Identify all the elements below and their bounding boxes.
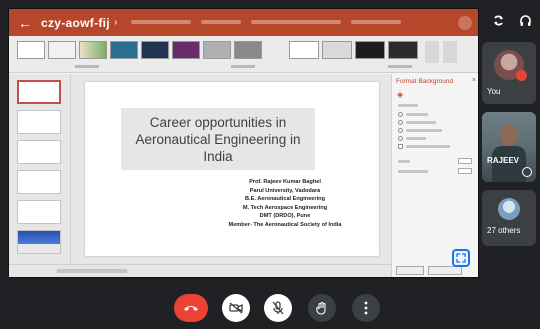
slide-title: Career opportunities in Aeronautical Eng… — [135, 114, 301, 164]
credit-line: Parul University, Vadodara — [249, 187, 321, 194]
raise-hand-button[interactable] — [308, 294, 336, 322]
credit-line: M. Tech Aerospace Engineering — [242, 204, 328, 211]
option-label — [406, 137, 426, 140]
participant-face — [500, 124, 518, 146]
headphones-icon[interactable] — [519, 14, 532, 30]
chevron-right-icon[interactable]: › — [114, 17, 117, 28]
call-controls — [0, 286, 540, 329]
meeting-code: czy-aowf-fij — [41, 15, 110, 30]
hide-graphics-checkbox[interactable] — [398, 144, 403, 149]
variant-gallery[interactable] — [289, 41, 418, 59]
participant-tile-others[interactable]: 27 others — [482, 190, 536, 246]
slide-thumb[interactable] — [17, 110, 61, 134]
theme-thumb[interactable] — [110, 41, 138, 59]
transparency-label — [398, 170, 428, 173]
theme-thumb[interactable] — [17, 41, 45, 59]
rotate-icon[interactable] — [492, 14, 505, 30]
mic-off-button[interactable] — [264, 294, 292, 322]
current-slide[interactable]: Career opportunities in Aeronautical Eng… — [85, 82, 379, 256]
tile-label-rajeev: RAJEEV — [487, 156, 520, 165]
ribbon-group-labels — [9, 63, 478, 71]
theme-gallery[interactable] — [17, 41, 262, 59]
mic-off-badge — [522, 167, 532, 177]
picture-fill-radio[interactable] — [398, 128, 403, 133]
fill-heading — [398, 104, 418, 107]
credit-line: DMT (DRDO), Pune — [259, 213, 311, 220]
camera-off-button[interactable] — [222, 294, 250, 322]
avatar — [498, 198, 520, 220]
slide-size-button[interactable] — [425, 41, 439, 63]
format-background-pane: Format Background × ◈ — [391, 74, 478, 277]
tile-label-others: 27 others — [487, 226, 521, 235]
presentation-view[interactable]: ← czy-aowf-fij › Career opportunities in… — [8, 8, 479, 278]
end-call-button[interactable] — [174, 294, 208, 322]
theme-thumb[interactable] — [172, 41, 200, 59]
mic-off-badge — [516, 70, 527, 81]
ribbon — [9, 36, 478, 73]
account-icon[interactable] — [458, 15, 472, 30]
paint-bucket-icon[interactable]: ◈ — [397, 90, 403, 99]
solid-fill-radio[interactable] — [398, 112, 403, 117]
variant-thumb[interactable] — [355, 41, 385, 59]
slide-thumb[interactable] — [17, 140, 61, 164]
apply-to-all-button[interactable] — [396, 266, 424, 275]
fit-screen-icon[interactable] — [452, 249, 470, 267]
tile-label-you: You — [487, 87, 501, 96]
titlebar-filler — [131, 19, 444, 26]
arrow-left-icon[interactable]: ← — [15, 15, 35, 31]
slide-thumbnail-panel[interactable] — [9, 74, 71, 264]
participant-tile-you[interactable]: You — [482, 42, 536, 104]
format-pane-title: Format Background — [396, 78, 454, 85]
option-label — [406, 121, 436, 124]
variant-thumb[interactable] — [388, 41, 418, 59]
transparency-field[interactable] — [458, 168, 472, 174]
status-bar — [9, 264, 391, 277]
slide-thumb[interactable] — [17, 80, 61, 104]
credit-line: Prof. Rajeev Kumar Baghel — [249, 179, 321, 185]
participant-tile-rajeev[interactable]: RAJEEV — [482, 112, 536, 182]
slide-credits: Prof. Rajeev Kumar Baghel Parul Universi… — [197, 178, 373, 230]
slide-thumb[interactable] — [17, 200, 61, 224]
theme-thumb[interactable] — [48, 41, 76, 59]
meet-stage: ← czy-aowf-fij › Career opportunities in… — [0, 0, 540, 329]
close-icon[interactable]: × — [472, 77, 476, 84]
credit-line: Member- The Aeronautical Society of Indi… — [228, 221, 342, 228]
color-label — [398, 160, 410, 163]
more-vert-button[interactable] — [352, 294, 380, 322]
theme-thumb[interactable] — [203, 41, 231, 59]
customize-tools[interactable] — [425, 41, 457, 63]
slide-title-box: Career opportunities in Aeronautical Eng… — [121, 108, 315, 170]
theme-thumb[interactable] — [141, 41, 169, 59]
pattern-fill-radio[interactable] — [398, 136, 403, 141]
theme-thumb[interactable] — [79, 41, 107, 59]
option-label — [406, 145, 450, 148]
theme-thumb[interactable] — [234, 41, 262, 59]
gradient-fill-radio[interactable] — [398, 120, 403, 125]
status-text — [57, 269, 127, 273]
option-label — [406, 113, 428, 116]
powerpoint-titlebar: ← czy-aowf-fij › — [9, 9, 478, 36]
slide-thumb[interactable] — [17, 230, 61, 254]
top-right-icons — [492, 14, 532, 30]
reset-background-button[interactable] — [428, 266, 462, 275]
variant-thumb[interactable] — [322, 41, 352, 59]
variant-thumb[interactable] — [289, 41, 319, 59]
color-picker[interactable] — [458, 158, 472, 164]
credit-line: B.E. Aeronautical Engineering — [245, 196, 325, 203]
slide-canvas: Career opportunities in Aeronautical Eng… — [71, 74, 391, 264]
format-background-button[interactable] — [443, 41, 457, 63]
slide-thumb[interactable] — [17, 170, 61, 194]
option-label — [406, 129, 442, 132]
